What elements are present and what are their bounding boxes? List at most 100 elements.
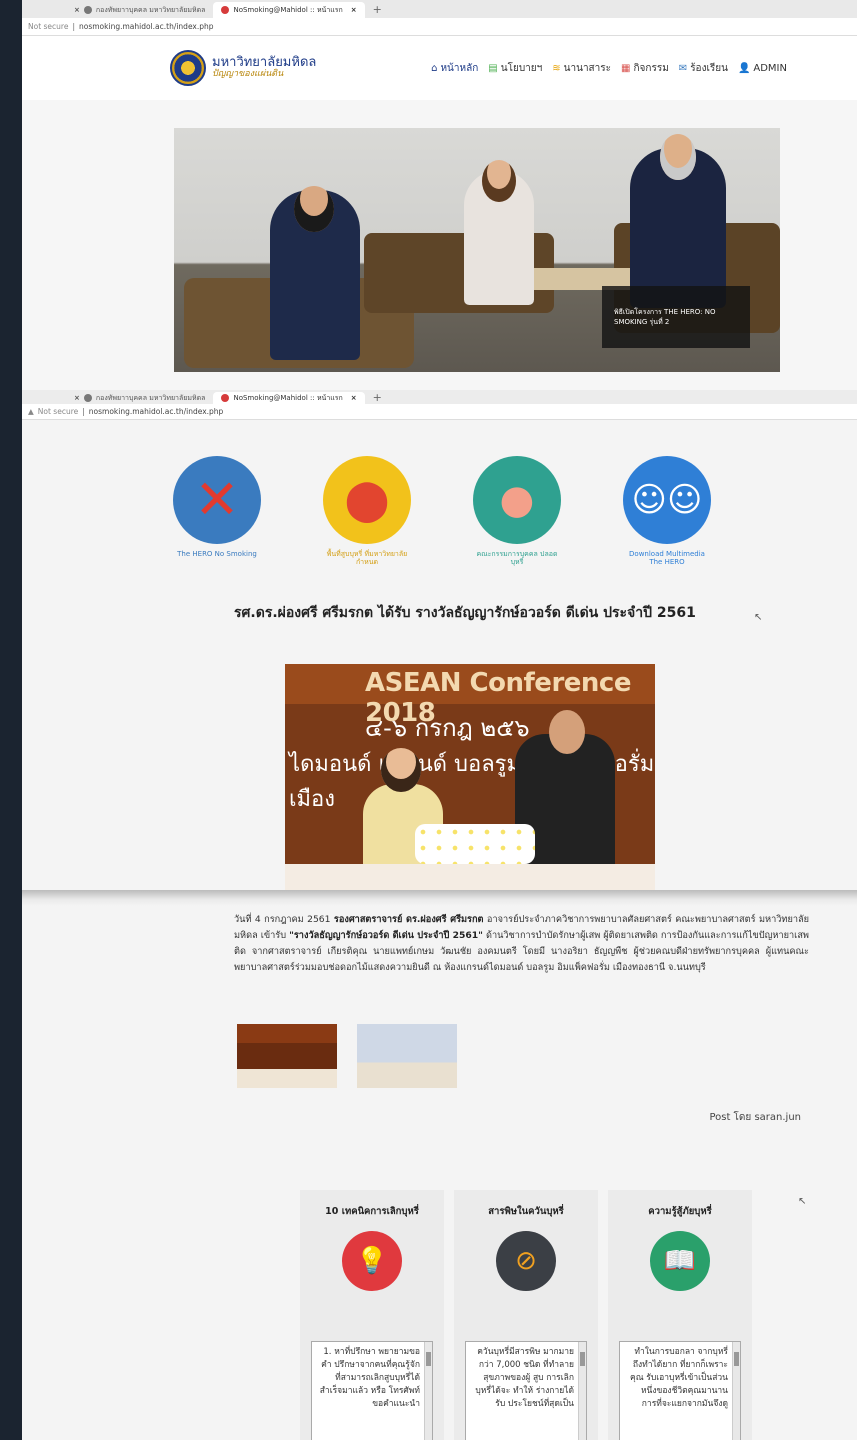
nav-activities[interactable]: ▦ กิจกรรม: [621, 61, 669, 76]
security-label: Not secure: [37, 407, 79, 416]
hero-banner-photo[interactable]: พิธีเปิดโครงการ THE HERO: NO SMOKING รุ่…: [174, 128, 780, 372]
tab-strip: × กองทัพยาาบุคคล มหาวิทยาลัยมหิดล NoSmok…: [22, 390, 857, 404]
column-title[interactable]: ความรู้สู้ภัยบุหรี่: [648, 1204, 711, 1219]
nav-home[interactable]: ⌂ หน้าหลัก: [431, 61, 478, 76]
post-author: Post โดย saran.jun: [709, 1112, 801, 1123]
mahidol-seal-icon: [170, 50, 206, 86]
layers-icon: ≋: [552, 62, 561, 74]
globe-icon: [83, 394, 92, 402]
photo-flowers: [415, 824, 535, 864]
ashtray-icon: ⊘: [496, 1231, 556, 1291]
column-text-box[interactable]: ทำในการบอกลา จากบุหรี่ถึงทำได้ยาก ที่ยาก…: [619, 1340, 741, 1440]
browser-window-bottom: × กองทัพยาาบุคคล มหาวิทยาลัยมหิดล NoSmok…: [22, 390, 857, 1440]
nav-label: กิจกรรม: [633, 62, 669, 74]
calendar-icon: ▦: [621, 62, 631, 74]
address-bar[interactable]: Not secure | nosmoking.mahidol.ac.th/ind…: [22, 18, 857, 36]
post-feature-image[interactable]: ASEAN Conference 2018 ๔-๖ กรกฎ ๒๕๖ ไดมอน…: [285, 664, 655, 894]
globe-icon: [83, 6, 92, 14]
browser-window-top: × กองทัพยาาบุคคล มหาวิทยาลัยมหิดล NoSmok…: [22, 0, 857, 392]
photo-person: [630, 134, 726, 308]
column-text: ทำในการบอกลา จากบุหรี่ถึงทำได้ยาก ที่ยาก…: [630, 1346, 728, 1410]
new-tab-button[interactable]: +: [365, 2, 390, 18]
nav-articles[interactable]: ≋ นานาสาระ: [552, 61, 611, 76]
tab-label: NoSmoking@Mahidol :: หน้าแรก: [233, 5, 343, 14]
close-icon[interactable]: ×: [74, 394, 80, 402]
tab-nosmoking[interactable]: NoSmoking@Mahidol :: หน้าแรก ×: [213, 2, 365, 18]
site-header: มหาวิทยาลัยมหิดล ปัญญาของแผ่นดิน ⌂ หน้าห…: [22, 36, 857, 100]
post-body-intro: วันที่ 4 กรกฎาคม 2561: [234, 914, 334, 925]
quick-link-label: พื้นที่สูบบุหรี่ ที่มหาวิทยาลัยกำหนด: [326, 550, 408, 567]
column-text: 1. หาที่ปรึกษา พยายามขอคำ ปรึกษาจากคนที่…: [319, 1346, 420, 1410]
post-gallery: [237, 1024, 457, 1088]
quick-link-label: The HERO No Smoking: [177, 550, 257, 558]
separator: |: [82, 407, 85, 416]
group-icon: ●: [473, 456, 561, 544]
column-text: ควันบุหรี่มีสารพิษ มากมายกว่า 7,000 ชนิด…: [475, 1346, 574, 1410]
monitor-bezel-shadow: [22, 890, 857, 906]
nav-label: หน้าหลัก: [440, 62, 479, 74]
mouse-pointer-icon: ↖: [798, 1196, 807, 1207]
scrollbar[interactable]: [732, 1341, 740, 1440]
tab-label: กองทัพยาาบุคคล มหาวิทยาลัยมหิดล: [95, 5, 206, 14]
close-icon[interactable]: ×: [74, 6, 80, 14]
scrollbar[interactable]: [424, 1341, 432, 1440]
document-icon: ▤: [488, 62, 498, 74]
tab-label: กองทัพยาาบุคคล มหาวิทยาลัยมหิดล: [95, 393, 206, 402]
user-icon: 👤: [737, 62, 751, 74]
tab-strip: × กองทัพยาาบุคคล มหาวิทยาลัยมหิดล NoSmok…: [22, 0, 857, 18]
post-body: วันที่ 4 กรกฎาคม 2561 รองศาสตราจารย์ ดร.…: [234, 912, 809, 976]
post-body-award: "รางวัลธัญญารักษ์อวอร์ด ดีเด่น ประจำปี 2…: [289, 930, 483, 942]
quick-links: ✕ The HERO No Smoking ⬤ พื้นที่สูบบุหรี่…: [172, 456, 712, 567]
nav-admin[interactable]: 👤 ADMIN: [738, 61, 787, 76]
info-column-knowledge: ความรู้สู้ภัยบุหรี่ 📖 ทำในการบอกลา จากบุ…: [608, 1190, 752, 1440]
separator: |: [72, 22, 75, 31]
close-icon[interactable]: ×: [351, 394, 357, 402]
tab-mahidol-hr[interactable]: × กองทัพยาาบุคคล มหาวิทยาลัยมหิดล: [62, 392, 213, 404]
scrollbar[interactable]: [578, 1341, 586, 1440]
mail-icon: ✉: [678, 62, 688, 74]
column-title[interactable]: 10 เทคนิคการเลิกบุหรี่: [325, 1204, 419, 1219]
security-label: Not secure: [28, 22, 69, 31]
url-text: nosmoking.mahidol.ac.th/index.php: [79, 22, 214, 31]
nav-label: นโยบายฯ: [500, 62, 543, 74]
no-smoking-favicon-icon: [221, 6, 230, 14]
quick-link-download[interactable]: ☺☺ Download Multimedia The HERO: [622, 456, 712, 567]
quick-link-label: Download Multimedia The HERO: [629, 550, 705, 567]
address-bar[interactable]: ▲ Not secure | nosmoking.mahidol.ac.th/i…: [22, 404, 857, 420]
gallery-thumbnail[interactable]: [357, 1024, 457, 1088]
url-text: nosmoking.mahidol.ac.th/index.php: [88, 407, 224, 416]
home-icon: ⌂: [431, 62, 438, 74]
info-column-toxins: สารพิษในควันบุหรี่ ⊘ ควันบุหรี่มีสารพิษ …: [454, 1190, 598, 1440]
tab-mahidol-hr[interactable]: × กองทัพยาาบุคคล มหาวิทยาลัยมหิดล: [62, 2, 213, 18]
nav-complaint[interactable]: ✉ ร้องเรียน: [679, 61, 728, 76]
column-title[interactable]: สารพิษในควันบุหรี่: [488, 1204, 563, 1219]
nav-label: นานาสาระ: [563, 62, 612, 74]
post-body-name: รองศาสตราจารย์ ดร.ผ่องศรี ศรีมรกต: [333, 914, 484, 925]
column-text-box[interactable]: 1. หาที่ปรึกษา พยายามขอคำ ปรึกษาจากคนที่…: [311, 1340, 433, 1440]
map-pin-icon: ⬤: [323, 456, 411, 544]
quick-link-label: คณะกรรมการบุคคล ปลอดบุหรี่: [476, 550, 558, 567]
column-text-box[interactable]: ควันบุหรี่มีสารพิษ มากมายกว่า 7,000 ชนิด…: [465, 1340, 587, 1440]
lightbulb-icon: 💡: [342, 1231, 402, 1291]
quick-link-smoking-area[interactable]: ⬤ พื้นที่สูบบุหรี่ ที่มหาวิทยาลัยกำหนด: [322, 456, 412, 567]
nav-label: ADMIN: [753, 62, 787, 74]
banner-caption: พิธีเปิดโครงการ THE HERO: NO SMOKING รุ่…: [602, 286, 750, 348]
close-icon[interactable]: ×: [351, 6, 357, 14]
tab-label: NoSmoking@Mahidol :: หน้าแรก: [233, 393, 343, 402]
gallery-thumbnail[interactable]: [237, 1024, 337, 1088]
nav-policy[interactable]: ▤ นโยบายฯ: [488, 61, 542, 76]
mouse-pointer-icon: ↖: [754, 612, 763, 623]
logo-sub-text: ปัญญาของแผ่นดิน: [212, 69, 284, 80]
quick-link-hero[interactable]: ✕ The HERO No Smoking: [172, 456, 262, 567]
warning-icon: ▲: [28, 407, 34, 416]
photo-person: [464, 160, 534, 305]
nav-label: ร้องเรียน: [690, 62, 728, 74]
mascot-icon: ☺☺: [623, 456, 711, 544]
quick-link-committee[interactable]: ● คณะกรรมการบุคคล ปลอดบุหรี่: [472, 456, 562, 567]
info-column-quit-tips: 10 เทคนิคการเลิกบุหรี่ 💡 1. หาที่ปรึกษา …: [300, 1190, 444, 1440]
post-title[interactable]: รศ.ดร.ผ่องศรี ศรีมรกต ได้รับ รางวัลธัญญา…: [234, 604, 734, 622]
photo-thai-date: ๔-๖ กรกฎ ๒๕๖: [365, 714, 530, 742]
tab-nosmoking[interactable]: NoSmoking@Mahidol :: หน้าแรก ×: [213, 392, 365, 404]
new-tab-button[interactable]: +: [365, 392, 390, 404]
site-logo[interactable]: มหาวิทยาลัยมหิดล ปัญญาของแผ่นดิน: [170, 50, 316, 86]
